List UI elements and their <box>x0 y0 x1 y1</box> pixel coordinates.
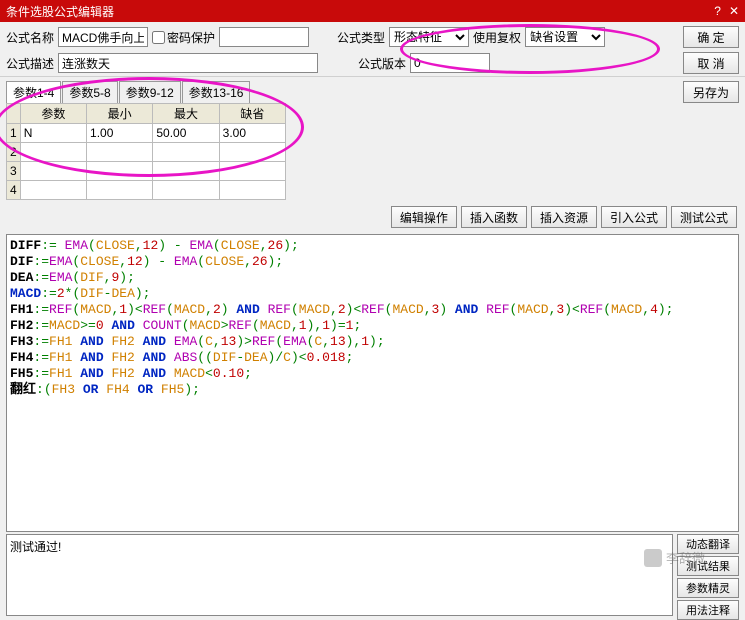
cancel-button[interactable]: 取 消 <box>683 52 739 74</box>
table-row: 1 <box>7 124 286 143</box>
fuquan-label: 使用复权 <box>473 29 521 46</box>
password-checkbox[interactable] <box>152 31 165 44</box>
edit-ops-button[interactable]: 编辑操作 <box>391 206 457 228</box>
code-editor[interactable]: DIFF:= EMA(CLOSE,12) - EMA(CLOSE,26); DI… <box>6 234 739 532</box>
param-name-1[interactable] <box>24 125 83 141</box>
action-row: 编辑操作 插入函数 插入资源 引入公式 测试公式 <box>6 206 739 228</box>
version-label: 公式版本 <box>358 55 406 72</box>
param-def-1[interactable] <box>223 125 282 141</box>
test-button[interactable]: 测试公式 <box>671 206 737 228</box>
bottom-panel: 测试通过! 动态翻译 测试结果 参数精灵 用法注释 <box>6 534 739 620</box>
table-row: 2 <box>7 143 286 162</box>
password-label: 密码保护 <box>167 29 215 46</box>
saveas-button[interactable]: 另存为 <box>683 81 739 103</box>
table-row: 3 <box>7 162 286 181</box>
version-input[interactable] <box>410 53 490 73</box>
col-param: 参数 <box>20 104 86 124</box>
param-tabs: 参数1-4 参数5-8 参数9-12 参数13-16 <box>6 81 286 103</box>
tab-params-1-4[interactable]: 参数1-4 <box>6 81 61 103</box>
name-label: 公式名称 <box>6 29 54 46</box>
ok-button[interactable]: 确 定 <box>683 26 739 48</box>
watermark: 李辞微 <box>644 548 705 567</box>
type-select[interactable]: 形态特征 <box>389 27 469 47</box>
name-input[interactable] <box>58 27 148 47</box>
col-max: 最大 <box>153 104 219 124</box>
tab-params-5-8[interactable]: 参数5-8 <box>62 81 117 103</box>
window-title: 条件选股公式编辑器 <box>6 3 114 20</box>
param-min-1[interactable] <box>90 125 149 141</box>
param-max-1[interactable] <box>156 125 215 141</box>
desc-label: 公式描述 <box>6 55 54 72</box>
mid-area: 参数1-4 参数5-8 参数9-12 参数13-16 参数 最小 最大 缺省 1 <box>0 77 745 232</box>
tab-params-9-12[interactable]: 参数9-12 <box>119 81 181 103</box>
fuquan-select[interactable]: 缺省设置 <box>525 27 605 47</box>
col-def: 缺省 <box>219 104 285 124</box>
close-icon[interactable]: ✕ <box>729 4 739 18</box>
password-input[interactable] <box>219 27 309 47</box>
param-table: 参数 最小 最大 缺省 1 2 3 4 <box>6 103 286 200</box>
param-wizard-button[interactable]: 参数精灵 <box>677 578 739 598</box>
type-label: 公式类型 <box>337 29 385 46</box>
wechat-icon <box>644 549 662 567</box>
window-controls: ? ✕ <box>714 4 739 18</box>
insert-fn-button[interactable]: 插入函数 <box>461 206 527 228</box>
table-row: 4 <box>7 181 286 200</box>
import-button[interactable]: 引入公式 <box>601 206 667 228</box>
desc-input[interactable] <box>58 53 318 73</box>
col-min: 最小 <box>87 104 153 124</box>
toolbar: 公式名称 密码保护 公式类型 形态特征 使用复权 缺省设置 确 定 公式描述 公… <box>0 22 745 77</box>
titlebar: 条件选股公式编辑器 ? ✕ <box>0 0 745 22</box>
help-icon[interactable]: ? <box>714 4 721 18</box>
insert-res-button[interactable]: 插入资源 <box>531 206 597 228</box>
status-box: 测试通过! <box>6 534 673 616</box>
tab-params-13-16[interactable]: 参数13-16 <box>182 81 251 103</box>
usage-note-button[interactable]: 用法注释 <box>677 600 739 620</box>
